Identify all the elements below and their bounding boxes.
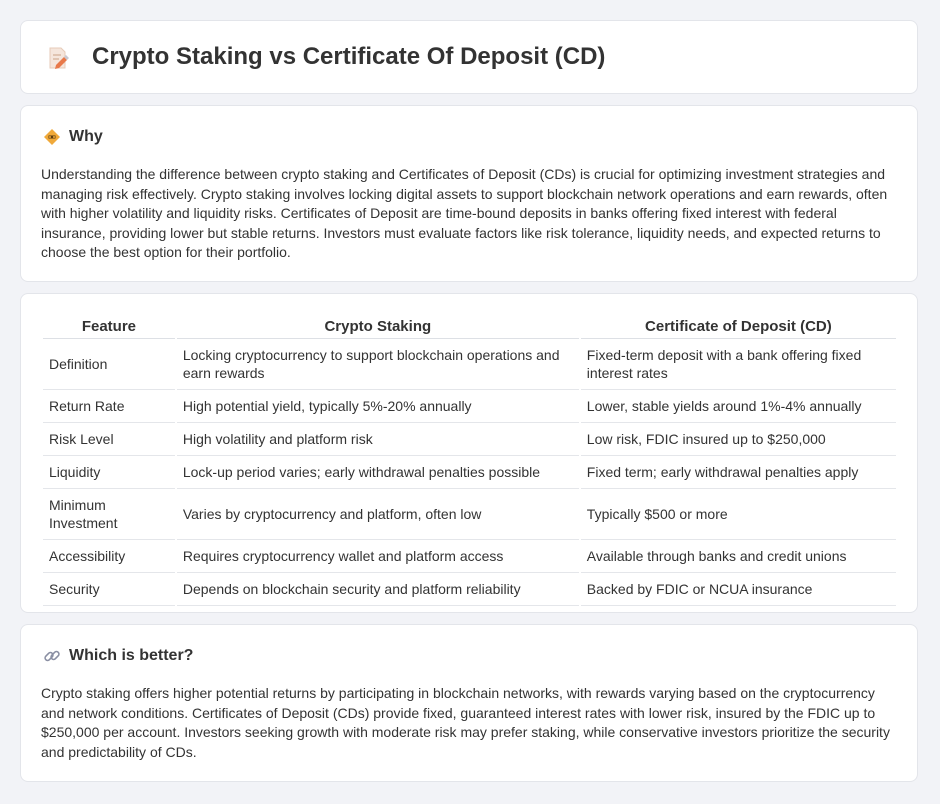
feature-cell: Definition	[43, 339, 175, 390]
better-heading-text: Which is better?	[69, 647, 194, 664]
document-pencil-icon	[49, 47, 69, 69]
link-icon	[44, 650, 60, 662]
cd-cell: Lower, stable yields around 1%-4% annual…	[580, 390, 896, 423]
why-section: Why Understanding the difference between…	[20, 105, 918, 282]
header-cd: Certificate of Deposit (CD)	[580, 314, 896, 339]
cd-cell: Available through banks and credit union…	[580, 540, 896, 573]
staking-cell: Locking cryptocurrency to support blockc…	[176, 339, 579, 390]
cd-cell: Backed by FDIC or NCUA insurance	[580, 573, 896, 606]
feature-cell: Liquidity	[43, 456, 175, 489]
staking-cell: High volatility and platform risk	[176, 423, 579, 456]
cd-cell: Low risk, FDIC insured up to $250,000	[580, 423, 896, 456]
cd-cell: Fixed-term deposit with a bank offering …	[580, 339, 896, 390]
feature-cell: Accessibility	[43, 540, 175, 573]
page-title: Crypto Staking vs Certificate Of Deposit…	[92, 43, 606, 70]
table-row: Risk Level High volatility and platform …	[43, 423, 896, 456]
header-crypto-staking: Crypto Staking	[176, 314, 579, 339]
table-row: Minimum Investment Varies by cryptocurre…	[43, 489, 896, 540]
title-card: Crypto Staking vs Certificate Of Deposit…	[20, 20, 918, 94]
table-header-row: Feature Crypto Staking Certificate of De…	[43, 314, 896, 339]
table-row: Definition Locking cryptocurrency to sup…	[43, 339, 896, 390]
table-row: Security Depends on blockchain security …	[43, 573, 896, 606]
comparison-table: Feature Crypto Staking Certificate of De…	[41, 314, 898, 606]
feature-cell: Risk Level	[43, 423, 175, 456]
cd-cell: Fixed term; early withdrawal penalties a…	[580, 456, 896, 489]
staking-cell: Requires cryptocurrency wallet and platf…	[176, 540, 579, 573]
cd-cell: Typically $500 or more	[580, 489, 896, 540]
header-feature: Feature	[43, 314, 175, 339]
table-row: Return Rate High potential yield, typica…	[43, 390, 896, 423]
table-row: Liquidity Lock-up period varies; early w…	[43, 456, 896, 489]
comparison-section: Feature Crypto Staking Certificate of De…	[20, 293, 918, 613]
which-is-better-section: Which is better? Crypto staking offers h…	[20, 624, 918, 782]
better-text: Crypto staking offers higher potential r…	[41, 685, 890, 760]
staking-cell: Lock-up period varies; early withdrawal …	[176, 456, 579, 489]
feature-cell: Minimum Investment	[43, 489, 175, 540]
why-heading-text: Why	[69, 128, 103, 145]
feature-cell: Security	[43, 573, 175, 606]
warning-diamond-icon	[44, 129, 60, 145]
feature-cell: Return Rate	[43, 390, 175, 423]
staking-cell: Depends on blockchain security and platf…	[176, 573, 579, 606]
why-text: Understanding the difference between cry…	[41, 166, 888, 261]
table-row: Accessibility Requires cryptocurrency wa…	[43, 540, 896, 573]
why-heading: Why	[43, 128, 103, 146]
better-heading: Which is better?	[43, 647, 193, 665]
staking-cell: High potential yield, typically 5%-20% a…	[176, 390, 579, 423]
staking-cell: Varies by cryptocurrency and platform, o…	[176, 489, 579, 540]
